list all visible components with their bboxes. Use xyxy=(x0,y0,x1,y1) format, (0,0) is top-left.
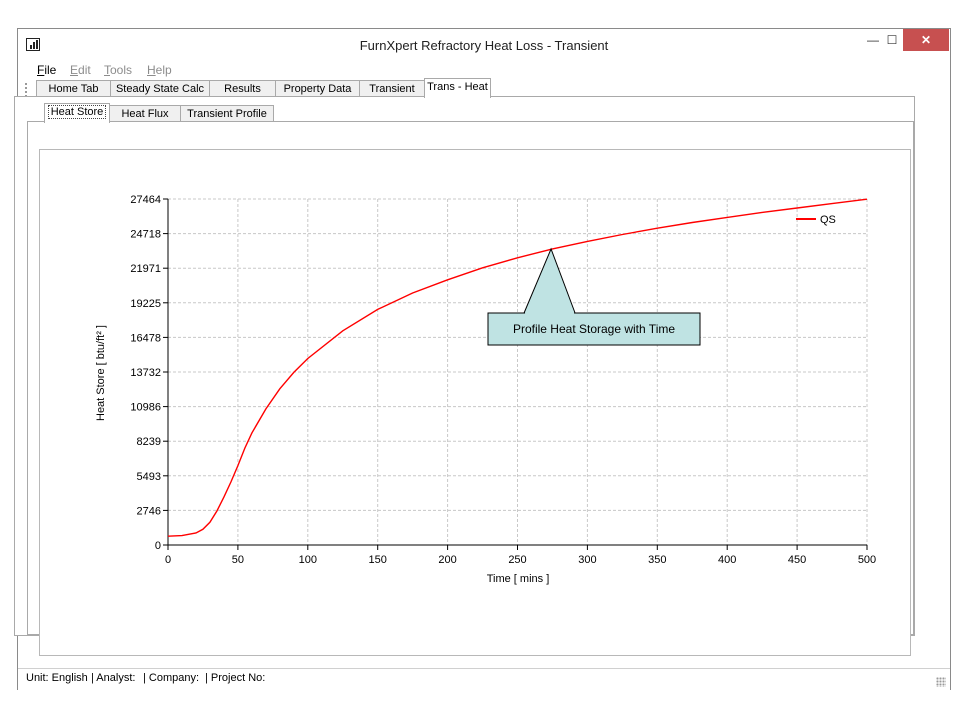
x-tick-label: 100 xyxy=(299,554,317,566)
subtab-heat-store[interactable]: Heat Store xyxy=(44,103,110,123)
status-analyst: | Analyst: xyxy=(91,672,136,684)
x-tick-label: 500 xyxy=(858,554,876,566)
status-company: | Company: xyxy=(143,672,200,684)
x-tick-label: 0 xyxy=(165,554,171,566)
annotation-pointer xyxy=(523,247,576,314)
y-tick-label: 8239 xyxy=(137,436,161,448)
annotation-text: Profile Heat Storage with Time xyxy=(513,322,675,336)
x-tick-label: 350 xyxy=(648,554,666,566)
x-tick-label: 50 xyxy=(232,554,244,566)
y-tick-label: 21971 xyxy=(130,263,161,275)
y-tick-label: 13732 xyxy=(130,367,161,379)
y-tick-label: 5493 xyxy=(137,471,161,483)
y-tick-label: 24718 xyxy=(130,229,161,241)
x-tick-label: 200 xyxy=(438,554,456,566)
subtab-heat-store-label: Heat Store xyxy=(47,105,107,119)
x-tick-label: 250 xyxy=(508,554,526,566)
status-unit: Unit: English xyxy=(26,672,88,684)
legend-label-qs: QS xyxy=(820,214,836,226)
x-tick-label: 150 xyxy=(369,554,387,566)
y-tick-label: 27464 xyxy=(130,194,161,206)
y-tick-label: 16478 xyxy=(130,332,161,344)
x-tick-label: 450 xyxy=(788,554,806,566)
y-tick-label: 0 xyxy=(155,540,161,552)
y-tick-label: 19225 xyxy=(130,298,161,310)
heat-store-chart: 0 50 100 150 200 250 300 350 400 450 500 0 2746 5493 8… xyxy=(95,194,876,585)
resize-grip[interactable] xyxy=(936,677,946,687)
tab-trans-heat[interactable]: Trans - Heat xyxy=(424,78,491,98)
x-tick-label: 300 xyxy=(578,554,596,566)
x-tick-label: 400 xyxy=(718,554,736,566)
y-axis-label: Heat Store [ btu/ft² ] xyxy=(95,325,107,421)
status-project: | Project No: xyxy=(205,672,266,684)
y-tick-label: 10986 xyxy=(130,402,161,414)
x-axis-label: Time [ mins ] xyxy=(487,573,550,585)
y-tick-label: 2746 xyxy=(137,505,161,517)
status-bar: Unit: English | Analyst: | Company: | Pr… xyxy=(18,668,950,690)
